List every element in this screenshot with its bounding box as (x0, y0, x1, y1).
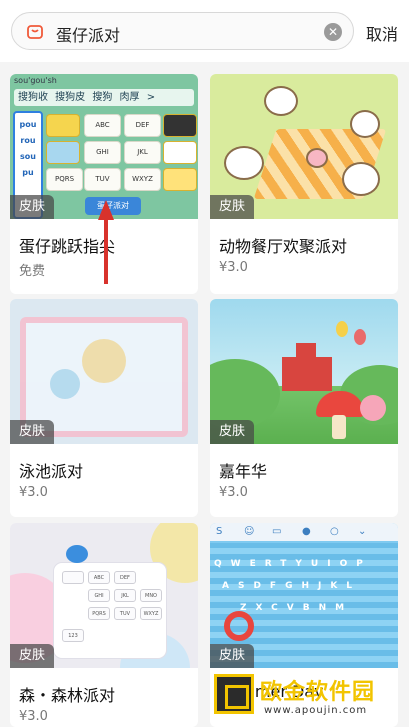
key-row: ASDFGHJKL (222, 581, 362, 591)
skin-thumbnail: S ☺ ▭ ● ○ ⌄ QWERTYUIOP ASDFGHJKL ZXCVBNM… (210, 523, 398, 668)
keyboard-key: JKL (114, 589, 136, 602)
skin-title: 嘉年华 (219, 462, 268, 481)
emoji-icon: ☺ (244, 526, 255, 537)
cancel-button[interactable]: 取消 (366, 21, 398, 45)
keyboard-key: WXYZ (124, 168, 161, 191)
keyboard-key: GHI (84, 141, 121, 164)
search-header: 蛋仔派对 ✕ 取消 (0, 0, 409, 62)
skin-price: ¥3.0 (219, 485, 248, 500)
mic-icon: ● (302, 526, 311, 537)
keyboard-key: ABC (88, 571, 110, 584)
keyboard-preview: ABC DEF GHI JKL MNO PQRS TUV WXYZ 123 (54, 563, 166, 658)
pinyin-option: pu (22, 168, 34, 177)
search-box[interactable]: 蛋仔派对 ✕ (11, 12, 354, 50)
dog-character (264, 86, 298, 116)
skin-badge: 皮肤 (210, 420, 255, 444)
cat-character (350, 110, 380, 138)
castle (282, 343, 332, 391)
shopping-bag-icon (27, 25, 43, 39)
search-icon: ○ (330, 526, 339, 537)
skin-title: 动物餐厅欢聚派对 (219, 237, 348, 256)
keyboard-key: MNO (140, 589, 162, 602)
candidate-bar: 搜狗收 搜狗皮 搜狗 肉厚 > (14, 89, 194, 106)
key-row: ZXCVBNM (240, 603, 354, 613)
symbol-key-icon (46, 141, 80, 164)
keyboard-key: DEF (124, 114, 161, 137)
chevron-down-icon: ⌄ (358, 526, 367, 537)
skin-thumbnail: ABC DEF GHI JKL MNO PQRS TUV WXYZ 123 皮肤 (10, 523, 198, 668)
search-results-page: 蛋仔派对 ✕ 取消 sou'gou'sh 搜狗收 搜狗皮 搜狗 肉厚 > pou… (0, 0, 409, 727)
keyboard-key: TUV (84, 168, 121, 191)
keyboard-key: PQRS (46, 168, 83, 191)
character-illustration (82, 339, 126, 383)
skin-title: 森・森林派对 (19, 686, 116, 705)
skin-price: 免费 (19, 264, 46, 279)
flower (360, 395, 386, 421)
keyboard-key (62, 571, 84, 584)
ball-illustration (50, 369, 80, 399)
bear-icon (163, 114, 197, 137)
red-arrow-annotation (98, 200, 114, 284)
skin-price: ¥3.0 (19, 709, 48, 724)
clear-icon[interactable]: ✕ (324, 23, 342, 41)
skin-thumbnail: 皮肤 (10, 299, 198, 444)
pinyin-option: sou (20, 152, 36, 161)
bunny-character (342, 162, 380, 196)
keyboard-key: GHI (88, 589, 110, 602)
pinyin-preview: sou'gou'sh (14, 76, 57, 85)
swim-ring (224, 611, 254, 641)
watermark-brand: 欧金软件园 (260, 680, 376, 705)
sogou-icon: S (216, 526, 223, 537)
skin-badge: 皮肤 (210, 195, 255, 219)
emoji-key-icon (46, 114, 80, 137)
keyboard-key: WXYZ (140, 607, 162, 620)
chick-icon (163, 168, 197, 191)
skin-badge: 皮肤 (10, 195, 55, 219)
pinyin-option: pou (19, 120, 37, 129)
skin-badge: 皮肤 (10, 644, 55, 668)
whale-icon (66, 545, 88, 563)
skin-badge: 皮肤 (10, 420, 55, 444)
keyboard-key: PQRS (88, 607, 110, 620)
watermark: 欧金软件园 www.apoujin.com (214, 664, 400, 724)
keyboard-key: 123 (62, 629, 84, 642)
skin-card[interactable]: ABC DEF GHI JKL MNO PQRS TUV WXYZ 123 皮肤… (10, 523, 198, 727)
keyboard-key: JKL (124, 141, 161, 164)
watermark-site: www.apoujin.com (264, 705, 368, 716)
skin-price: ¥3.0 (19, 485, 48, 500)
skin-card[interactable]: 皮肤 泳池派对 ¥3.0 (10, 299, 198, 517)
mushroom-stem (332, 415, 346, 439)
watermark-logo-icon (214, 674, 254, 714)
skin-price: ¥3.0 (219, 260, 248, 275)
pinyin-option: rou (20, 136, 36, 145)
skin-thumbnail: 皮肤 (210, 74, 398, 219)
skin-title: 泳池派对 (19, 462, 84, 481)
keyboard-toolbar: S ☺ ▭ ● ○ ⌄ (210, 523, 398, 541)
skin-card[interactable]: 皮肤 动物餐厅欢聚派对 ¥3.0 (210, 74, 398, 294)
balloon (336, 321, 348, 337)
hamster-character (224, 146, 264, 180)
skin-card[interactable]: 皮肤 嘉年华 ¥3.0 (210, 299, 398, 517)
clipboard-icon: ▭ (272, 526, 282, 537)
cake (306, 148, 328, 168)
keyboard-key: TUV (114, 607, 136, 620)
keyboard-key: ABC (84, 114, 121, 137)
balloon (354, 329, 366, 345)
search-input[interactable]: 蛋仔派对 (56, 22, 120, 46)
skin-thumbnail: 皮肤 (210, 299, 398, 444)
key-row: QWERTYUIOP (214, 559, 372, 569)
hill-left (210, 359, 280, 429)
keyboard-key: DEF (114, 571, 136, 584)
sticker-icon (163, 141, 197, 164)
